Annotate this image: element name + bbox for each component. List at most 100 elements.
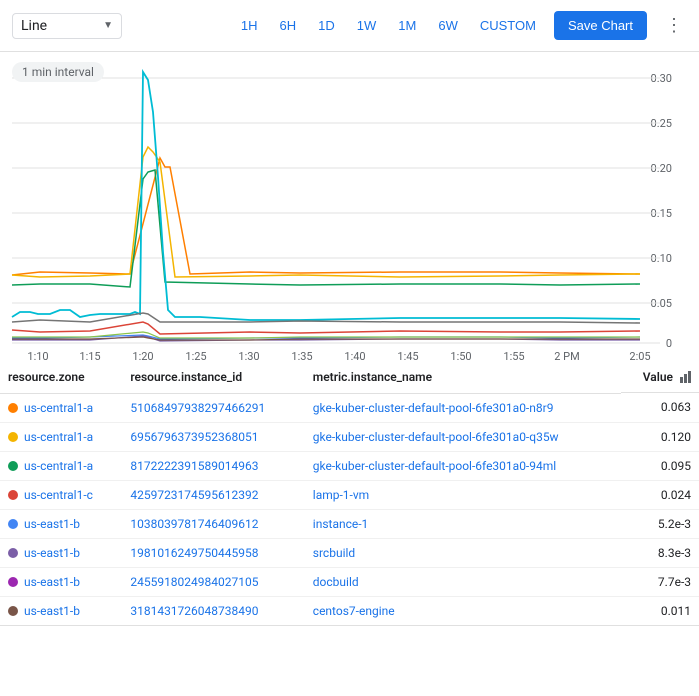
zone-link[interactable]: us-central1-a xyxy=(24,430,93,444)
zone-cell: us-east1-b xyxy=(0,509,122,538)
time-controls: 1H 6H 1D 1W 1M 6W CUSTOM Save Chart ⋮ xyxy=(237,11,687,40)
col-header-instance-id: resource.instance_id xyxy=(122,362,304,393)
metric-name-link[interactable]: docbuild xyxy=(313,575,359,589)
zone-cell: us-central1-a xyxy=(0,393,122,422)
instance-id-cell: 5106849793829746629​1 xyxy=(122,393,304,422)
series-color-dot xyxy=(8,606,18,616)
metric-name-link[interactable]: instance-1 xyxy=(313,517,369,531)
metric-name-link[interactable]: gke-kuber-cluster-default-pool-6fe301a0-… xyxy=(313,401,554,415)
metric-name-cell: instance-1 xyxy=(305,509,622,538)
time-1m-button[interactable]: 1M xyxy=(394,16,420,35)
time-1h-button[interactable]: 1H xyxy=(237,16,262,35)
svg-text:1:10: 1:10 xyxy=(27,350,48,362)
chart-type-selector[interactable]: Line ▼ xyxy=(12,13,122,39)
time-6w-button[interactable]: 6W xyxy=(434,16,462,35)
zone-cell: us-central1-a xyxy=(0,451,122,480)
table-row: us-central1-a 8172222391589014963 gke-ku… xyxy=(0,451,699,480)
value-cell: 5.2e-3 xyxy=(621,509,699,538)
column-sort-icon[interactable] xyxy=(680,371,691,383)
time-1w-button[interactable]: 1W xyxy=(353,16,381,35)
value-cell: 0.120 xyxy=(621,422,699,451)
svg-text:2 PM: 2 PM xyxy=(554,350,579,362)
zone-link[interactable]: us-east1-b xyxy=(24,546,80,560)
metric-name-link[interactable]: gke-kuber-cluster-default-pool-6fe301a0-… xyxy=(313,459,556,473)
zone-link[interactable]: us-central1-a xyxy=(24,401,93,415)
time-6h-button[interactable]: 6H xyxy=(276,16,301,35)
data-table: resource.zone resource.instance_id metri… xyxy=(0,362,699,626)
value-cell: 0.011 xyxy=(621,596,699,625)
metric-name-cell: gke-kuber-cluster-default-pool-6fe301a0-… xyxy=(305,393,622,422)
series-color-dot xyxy=(8,461,18,471)
metric-name-cell: srcbuild xyxy=(305,538,622,567)
svg-text:1:40: 1:40 xyxy=(344,350,365,362)
instance-id-cell: 8172222391589014963 xyxy=(122,451,304,480)
col-header-value: Value xyxy=(621,362,699,393)
col-header-metric-name: metric.instance_name xyxy=(305,362,622,393)
metric-name-cell: gke-kuber-cluster-default-pool-6fe301a0-… xyxy=(305,451,622,480)
instance-id-link[interactable]: 3181431726048738490 xyxy=(130,604,258,618)
value-cell: 0.024 xyxy=(621,480,699,509)
instance-id-link[interactable]: 2455918024984027105 xyxy=(130,575,258,589)
table-row: us-central1-a 6956796373952368051 gke-ku… xyxy=(0,422,699,451)
metric-name-cell: docbuild xyxy=(305,567,622,596)
series-color-dot xyxy=(8,519,18,529)
zone-link[interactable]: us-east1-b xyxy=(24,517,80,531)
svg-text:0: 0 xyxy=(666,337,672,350)
svg-text:1:25: 1:25 xyxy=(185,350,206,362)
metric-name-link[interactable]: gke-kuber-cluster-default-pool-6fe301a0-… xyxy=(313,430,559,444)
series-color-dot xyxy=(8,577,18,587)
series-color-dot xyxy=(8,432,18,442)
metric-name-link[interactable]: centos7-engine xyxy=(313,604,395,618)
instance-id-link[interactable]: 4259723174595612392 xyxy=(130,488,258,502)
zone-cell: us-east1-b xyxy=(0,538,122,567)
time-custom-button[interactable]: CUSTOM xyxy=(476,16,540,35)
save-chart-button[interactable]: Save Chart xyxy=(554,11,647,40)
instance-id-cell: 1038039781746409612 xyxy=(122,509,304,538)
table-row: us-central1-c 4259723174595612392 lamp-1… xyxy=(0,480,699,509)
chart-area: 1 min interval 0.30 0.25 0.20 0.15 0.10 … xyxy=(0,52,699,362)
table-row: us-east1-b 1038039781746409612 instance-… xyxy=(0,509,699,538)
zone-cell: us-central1-a xyxy=(0,422,122,451)
interval-badge: 1 min interval xyxy=(12,62,104,82)
svg-text:1:20: 1:20 xyxy=(132,350,153,362)
value-cell: 0.095 xyxy=(621,451,699,480)
instance-id-cell: 2455918024984027105 xyxy=(122,567,304,596)
value-cell: 7.7e-3 xyxy=(621,567,699,596)
zone-link[interactable]: us-central1-a xyxy=(24,459,93,473)
chevron-down-icon: ▼ xyxy=(103,20,113,31)
series-color-dot xyxy=(8,490,18,500)
zone-cell: us-east1-b xyxy=(0,596,122,625)
metric-name-cell: gke-kuber-cluster-default-pool-6fe301a0-… xyxy=(305,422,622,451)
instance-id-link[interactable]: 8172222391589014963 xyxy=(130,459,258,473)
svg-text:1:15: 1:15 xyxy=(79,350,100,362)
instance-id-link[interactable]: 6956796373952368051 xyxy=(130,430,258,444)
series-color-dot xyxy=(8,548,18,558)
time-1d-button[interactable]: 1D xyxy=(314,16,339,35)
data-table-container: resource.zone resource.instance_id metri… xyxy=(0,362,699,626)
zone-link[interactable]: us-east1-b xyxy=(24,604,80,618)
table-row: us-east1-b 3181431726048738490 centos7-e… xyxy=(0,596,699,625)
value-col-label: Value xyxy=(643,370,673,384)
table-row: us-east1-b 2455918024984027105 docbuild … xyxy=(0,567,699,596)
zone-link[interactable]: us-central1-c xyxy=(24,488,93,502)
instance-id-link[interactable]: 5106849793829746629​1 xyxy=(130,401,265,415)
svg-text:1:55: 1:55 xyxy=(503,350,524,362)
zone-link[interactable]: us-east1-b xyxy=(24,575,80,589)
svg-text:1:30: 1:30 xyxy=(238,350,259,362)
metric-name-link[interactable]: lamp-1-vm xyxy=(313,488,369,502)
metric-name-cell: lamp-1-vm xyxy=(305,480,622,509)
svg-text:1:45: 1:45 xyxy=(397,350,418,362)
more-options-icon[interactable]: ⋮ xyxy=(661,11,687,40)
metric-name-link[interactable]: srcbuild xyxy=(313,546,355,560)
chart-type-label: Line xyxy=(21,18,47,34)
instance-id-cell: 4259723174595612392 xyxy=(122,480,304,509)
series-color-dot xyxy=(8,403,18,413)
zone-cell: us-central1-c xyxy=(0,480,122,509)
table-header-row: resource.zone resource.instance_id metri… xyxy=(0,362,699,393)
metric-name-cell: centos7-engine xyxy=(305,596,622,625)
instance-id-link[interactable]: 1981016249750445958 xyxy=(130,546,258,560)
instance-id-link[interactable]: 1038039781746409612 xyxy=(130,517,258,531)
instance-id-cell: 1981016249750445958 xyxy=(122,538,304,567)
svg-text:1:35: 1:35 xyxy=(291,350,312,362)
value-cell: 8.3e-3 xyxy=(621,538,699,567)
